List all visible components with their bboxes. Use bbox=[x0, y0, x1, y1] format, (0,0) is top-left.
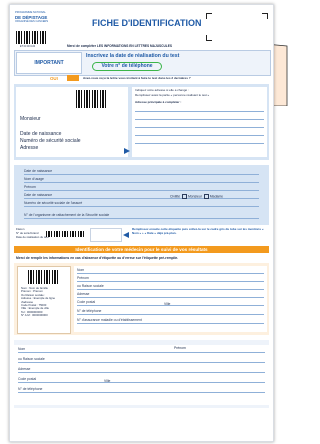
tube-note: Remplissez ensuite cette étiquette puis … bbox=[132, 227, 264, 235]
doctor-sample-card: Nom : Nom de famille Prénom : Prénom Ou Ra… bbox=[17, 266, 71, 334]
field-ssn[interactable]: Numéro de sécurité sociale de l'assuré bbox=[24, 199, 259, 207]
doctor-subtitle: Merci de remplir les informations en cas… bbox=[16, 256, 179, 260]
tube-barcode bbox=[46, 231, 86, 237]
lower-ville-label: Ville bbox=[104, 379, 111, 383]
field-birth-date[interactable]: Date de naissance bbox=[24, 191, 259, 199]
doctor-section-title: Identification de votre médecin pour le … bbox=[14, 246, 269, 253]
person-card: Monsieur Date de naissance Numéro de séc… bbox=[16, 87, 128, 157]
address-title: Adresse principale à compléter : bbox=[135, 100, 182, 104]
person-ssn: Numéro de sécurité sociale bbox=[20, 138, 81, 144]
date-prompt: Inscrivez la date de réalisation du test bbox=[86, 53, 180, 59]
lower-postal-field[interactable]: Code postal bbox=[18, 375, 265, 383]
doctor-barcode bbox=[28, 270, 58, 284]
header-barcode bbox=[16, 31, 46, 44]
doctor-ville-label: Ville bbox=[164, 302, 171, 306]
corner-mark bbox=[262, 13, 268, 19]
doctor-address-field[interactable]: Adresse bbox=[77, 290, 264, 298]
doctor-name-field[interactable]: Nom bbox=[77, 266, 264, 274]
header-code: ET 00 00 0-00 bbox=[20, 45, 36, 48]
field-usage-name[interactable]: Nom d'usage bbox=[24, 175, 259, 183]
important-label: IMPORTANT bbox=[34, 60, 64, 66]
field-first-name[interactable]: Prénom bbox=[24, 183, 259, 191]
person-barcode bbox=[76, 90, 106, 108]
person-name: Monsieur bbox=[20, 116, 41, 122]
person-address: Adresse bbox=[20, 145, 39, 151]
phone-prompt[interactable]: Votre n° de téléphone bbox=[92, 62, 162, 71]
identification-form-sheet: PROGRAMME NATIONAL DE DÉPISTAGE ORGANISÉ… bbox=[9, 4, 274, 442]
tube-label-3: Date de réalisation du test bbox=[16, 235, 49, 239]
lower-fields-box: Nom Prénom ou Raison sociale Adresse Cod… bbox=[14, 345, 269, 405]
important-label-box: IMPORTANT bbox=[16, 52, 82, 74]
civility-label: Civilité bbox=[170, 194, 180, 199]
lower-prenom-label: Prénom bbox=[174, 346, 186, 350]
doctor-fields-box: Nom Prénom ou Raison sociale Adresse Cod… bbox=[74, 266, 267, 332]
doctor-sample-text: Nom : Nom de famille Prénom : Prénom Ou Ra… bbox=[21, 286, 56, 318]
address-line[interactable] bbox=[135, 111, 264, 112]
person-birth: Date de naissance bbox=[20, 131, 62, 137]
doctor-firstname-field[interactable]: Prénom bbox=[77, 274, 264, 282]
corner-mark bbox=[206, 35, 212, 41]
oui-label: OUI bbox=[50, 76, 58, 81]
address-line[interactable] bbox=[135, 119, 264, 120]
field-organism[interactable]: N° de l'organisme de rattachement de la … bbox=[24, 211, 259, 219]
corner-mark bbox=[206, 13, 212, 19]
oui-tag bbox=[67, 75, 79, 81]
address-change-box: Indiquez votre adresse si elle a changé … bbox=[132, 87, 267, 157]
tube-blank-box bbox=[90, 228, 122, 242]
doctor-company-field[interactable]: ou Raison sociale bbox=[77, 282, 264, 290]
page-title: FICHE D'IDENTIFICATION bbox=[92, 18, 202, 28]
address-line[interactable] bbox=[135, 135, 264, 136]
arrow-right-icon bbox=[124, 148, 130, 154]
lower-phone-field[interactable]: N° de téléphone bbox=[18, 385, 265, 393]
doctor-am-field[interactable]: N° d'assurance maladie ou d'établissemen… bbox=[77, 316, 264, 324]
program-brand: PROGRAMME NATIONAL DE DÉPISTAGE ORGANISÉ… bbox=[15, 11, 49, 23]
address-note-2: Remplissez aussi la partie « personne ré… bbox=[135, 93, 210, 97]
lower-company-field[interactable]: ou Raison sociale bbox=[18, 355, 265, 363]
lower-name-field[interactable]: Nom bbox=[18, 345, 265, 353]
doctor-postal-field[interactable]: Code postal bbox=[77, 298, 264, 306]
address-line[interactable] bbox=[135, 143, 264, 144]
oui-note: Avez-vous reçu la lettre vous invitant à… bbox=[83, 76, 191, 80]
civility-f-label: Madame bbox=[209, 194, 224, 199]
arrow-left-icon bbox=[123, 232, 129, 238]
address-line[interactable] bbox=[135, 127, 264, 128]
field-birth-name[interactable]: Date de naissance bbox=[24, 167, 259, 175]
subtitle: Merci de compléter LES INFORMATIONS EN L… bbox=[67, 44, 172, 48]
civility-m-label: Monsieur bbox=[187, 194, 202, 199]
lower-address-field[interactable]: Adresse bbox=[18, 365, 265, 373]
doctor-phone-field[interactable]: N° de téléphone bbox=[77, 307, 264, 315]
